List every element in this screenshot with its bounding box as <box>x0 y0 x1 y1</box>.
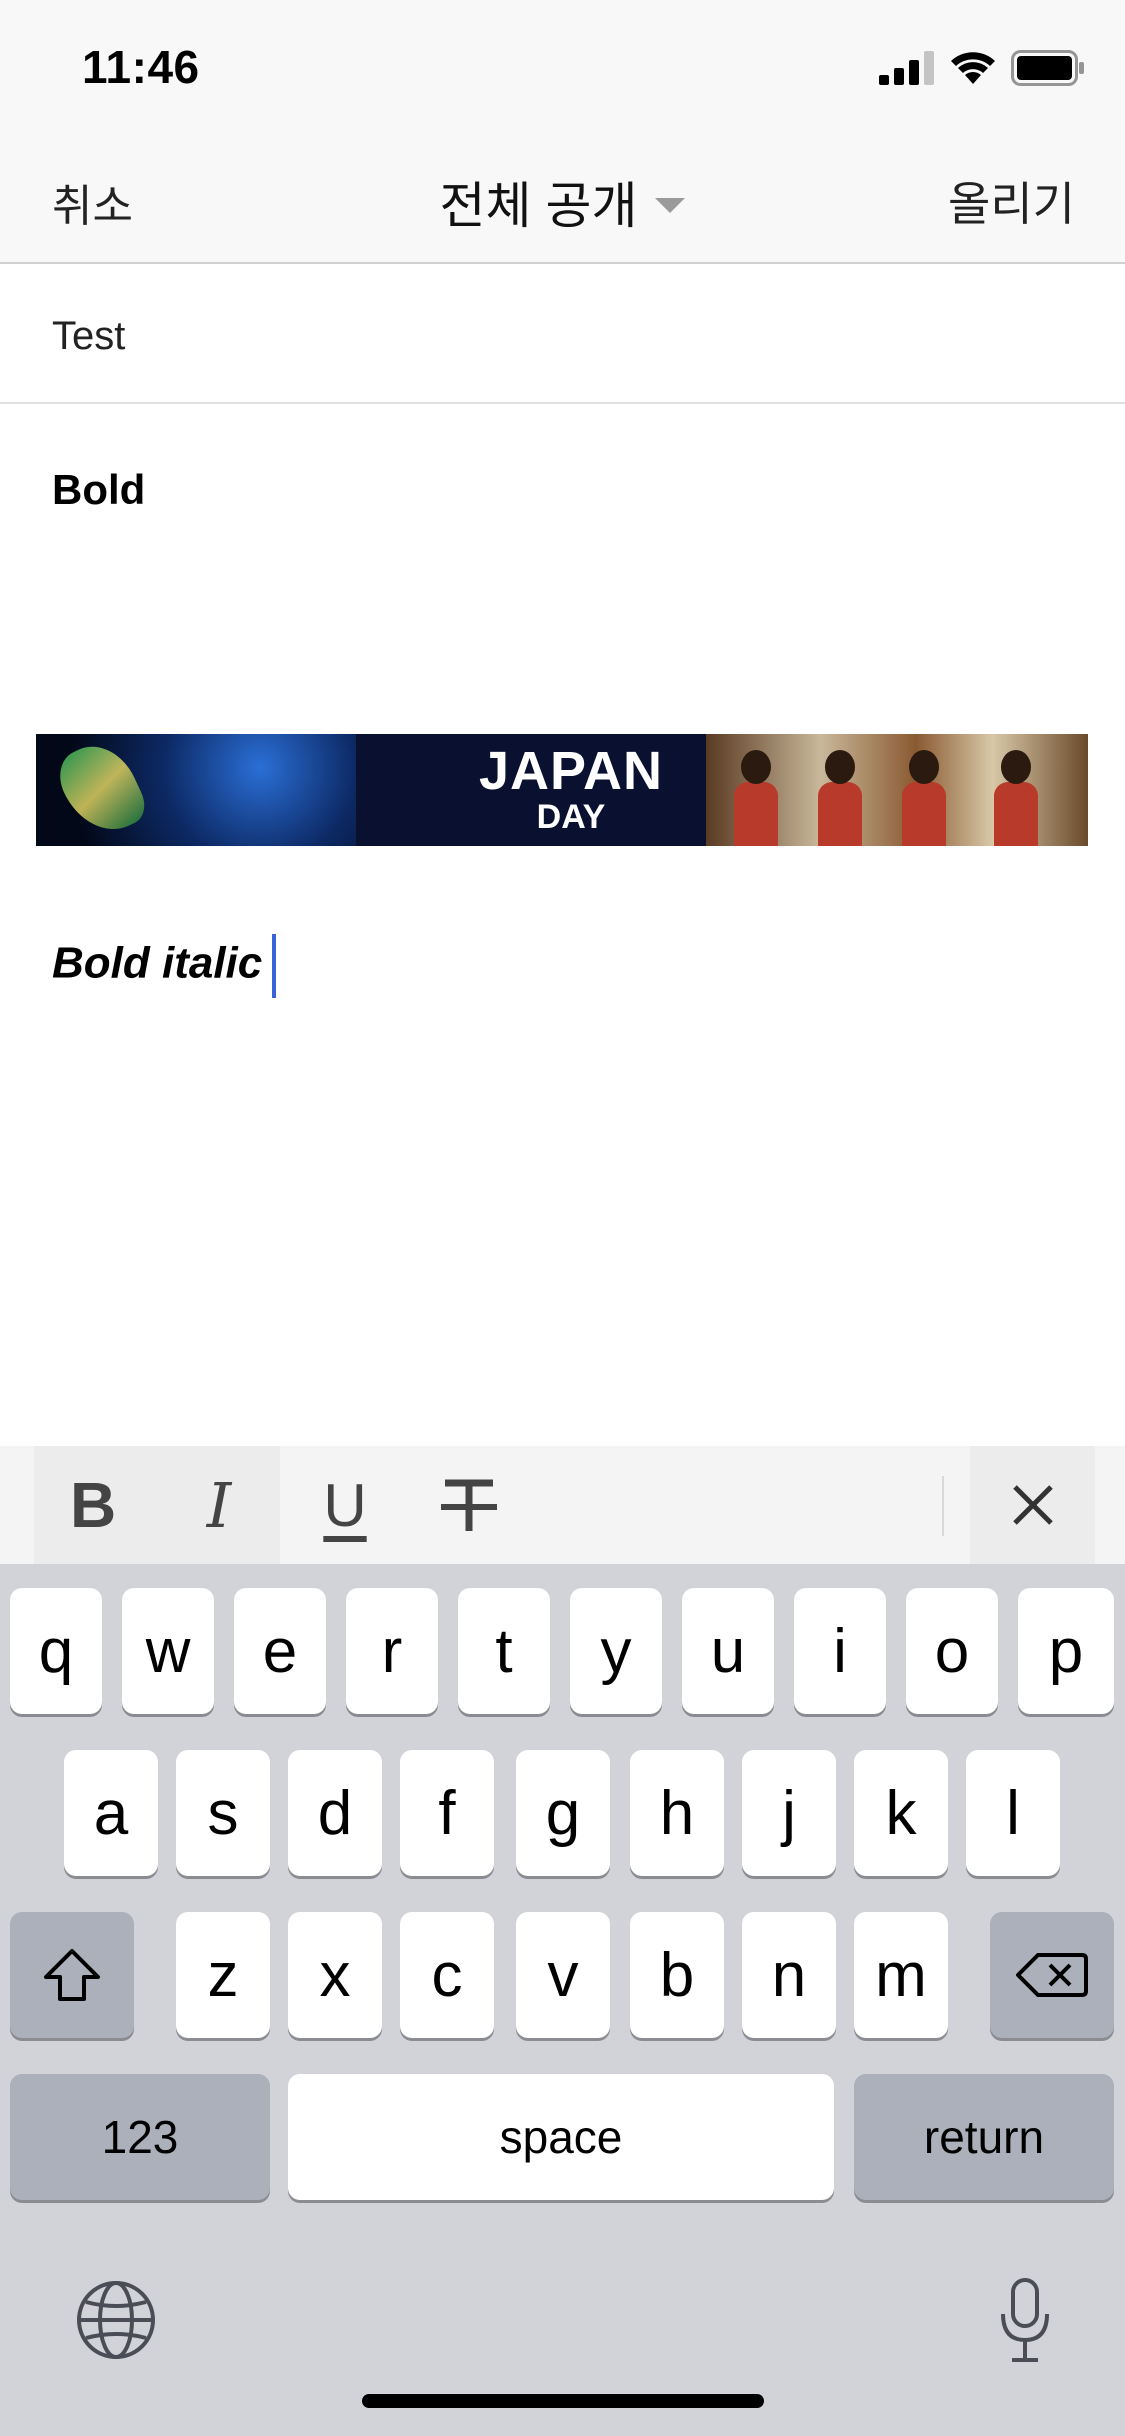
caret-down-icon <box>655 197 686 213</box>
status-bar: 11:46 <box>0 0 1125 132</box>
banner-figure <box>818 750 862 846</box>
key-o[interactable]: o <box>906 1588 998 1714</box>
key-y[interactable]: y <box>570 1588 662 1714</box>
banner-japan-map <box>50 734 152 845</box>
visibility-label: 전체 공개 <box>439 178 638 234</box>
cellular-signal-icon <box>879 51 934 85</box>
shift-key[interactable] <box>10 1912 134 2038</box>
globe-icon <box>77 2281 155 2359</box>
banner-photo <box>706 734 1088 846</box>
title-input[interactable]: Test <box>52 314 125 359</box>
key-h[interactable]: h <box>630 1750 724 1876</box>
key-c[interactable]: c <box>400 1912 494 2038</box>
backspace-key[interactable] <box>990 1912 1114 2038</box>
key-j[interactable]: j <box>742 1750 836 1876</box>
banner-figure <box>734 750 778 846</box>
banner-title: JAPAN DAY <box>456 744 686 834</box>
underline-button[interactable]: U <box>286 1446 404 1564</box>
key-l[interactable]: l <box>966 1750 1060 1876</box>
key-p[interactable]: p <box>1018 1588 1114 1714</box>
bold-paragraph: Bold <box>52 466 146 513</box>
key-m[interactable]: m <box>854 1912 948 2038</box>
numbers-key[interactable]: 123 <box>10 2074 270 2200</box>
visibility-dropdown[interactable]: 전체 공개 <box>440 166 686 238</box>
wifi-icon <box>951 52 995 84</box>
keyboard: q w e r t y u i o p a s d f g h j k l z … <box>0 1564 1125 2436</box>
key-x[interactable]: x <box>288 1912 382 2038</box>
key-t[interactable]: t <box>458 1588 550 1714</box>
format-toolbar: B I U <box>0 1446 1125 1564</box>
bold-italic-text: Bold italic <box>52 938 263 988</box>
close-toolbar-button[interactable] <box>970 1446 1095 1564</box>
microphone-button[interactable] <box>998 2276 1052 2366</box>
title-field[interactable]: Test <box>0 266 1125 404</box>
strikethrough-button[interactable] <box>410 1446 528 1564</box>
nav-bar: 취소 전체 공개 올리기 <box>0 132 1125 264</box>
return-key[interactable]: return <box>854 2074 1114 2200</box>
key-z[interactable]: z <box>176 1912 270 2038</box>
key-f[interactable]: f <box>400 1750 494 1876</box>
key-w[interactable]: w <box>122 1588 214 1714</box>
bold-italic-paragraph: Bold italic <box>52 934 277 998</box>
globe-button[interactable] <box>74 2278 158 2362</box>
banner-title-line1: JAPAN <box>478 741 664 801</box>
key-q[interactable]: q <box>10 1588 102 1714</box>
key-v[interactable]: v <box>516 1912 610 2038</box>
shift-icon <box>44 1949 100 2001</box>
key-d[interactable]: d <box>288 1750 382 1876</box>
italic-button[interactable]: I <box>160 1446 278 1564</box>
editor-body[interactable]: Bold JAPAN DAY Bold italic <box>0 406 1125 1446</box>
status-time: 11:46 <box>82 41 200 93</box>
toolbar-divider <box>942 1476 944 1536</box>
battery-icon <box>1011 50 1084 86</box>
home-indicator[interactable] <box>362 2394 764 2408</box>
key-u[interactable]: u <box>682 1588 774 1714</box>
banner-image[interactable]: JAPAN DAY <box>36 734 1088 846</box>
banner-figure <box>994 750 1038 846</box>
space-key[interactable]: space <box>288 2074 834 2200</box>
key-a[interactable]: a <box>64 1750 158 1876</box>
upload-button[interactable]: 올리기 <box>948 168 1075 234</box>
microphone-icon <box>1001 2278 1049 2362</box>
text-cursor <box>272 934 277 998</box>
status-icons <box>879 48 1085 88</box>
key-g[interactable]: g <box>516 1750 610 1876</box>
key-e[interactable]: e <box>234 1588 326 1714</box>
banner-title-line2: DAY <box>536 798 606 836</box>
strikethrough-icon <box>441 1479 497 1531</box>
key-b[interactable]: b <box>630 1912 724 2038</box>
key-k[interactable]: k <box>854 1750 948 1876</box>
backspace-icon <box>1016 1953 1088 1997</box>
banner-earth-graphic <box>36 734 356 846</box>
key-r[interactable]: r <box>346 1588 438 1714</box>
key-i[interactable]: i <box>794 1588 886 1714</box>
close-icon <box>1012 1485 1053 1525</box>
key-s[interactable]: s <box>176 1750 270 1876</box>
key-n[interactable]: n <box>742 1912 836 2038</box>
banner-figure <box>902 750 946 846</box>
